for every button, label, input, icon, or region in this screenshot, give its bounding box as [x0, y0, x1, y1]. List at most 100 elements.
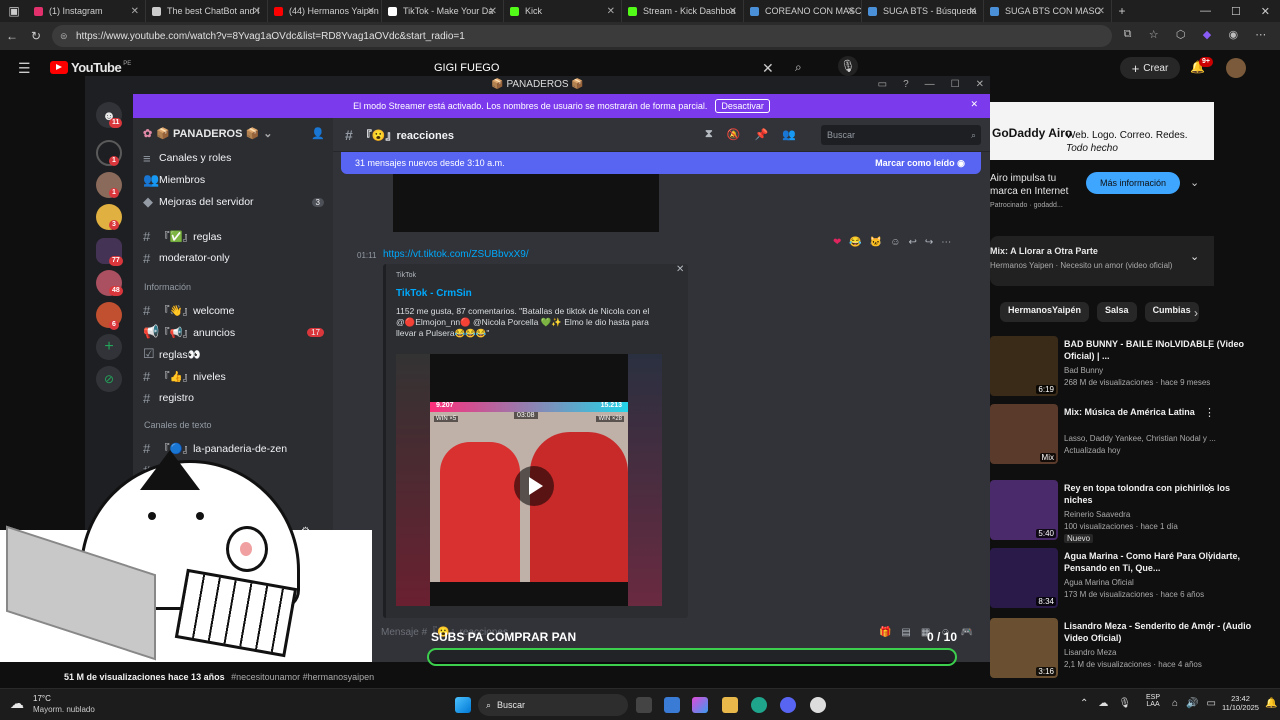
site-info-icon[interactable]: ⊜: [60, 31, 68, 42]
video-title[interactable]: Rey en topa tolondra con pichirilos los …: [1064, 482, 1254, 506]
url-field[interactable]: ⊜ https://www.youtube.com/watch?v=8Yvag1…: [52, 25, 1112, 47]
discord-taskbar-icon[interactable]: [780, 697, 796, 713]
discord-maximize-icon[interactable]: ☐: [951, 76, 960, 94]
maximize-icon[interactable]: ☐: [1231, 5, 1241, 18]
inbox-icon[interactable]: ▭: [878, 76, 887, 94]
embed-title[interactable]: TikTok - CrmSin: [396, 288, 472, 299]
video-channel[interactable]: Agua Marina Oficial: [1064, 578, 1134, 587]
taskbar-search[interactable]: ⌕ Buscar: [478, 694, 628, 716]
tab-close-icon[interactable]: ✕: [253, 6, 261, 17]
video-title[interactable]: BAD BUNNY - BAILE INoLVIDABLE (Video Ofi…: [1064, 338, 1254, 362]
reload-icon[interactable]: ↻: [28, 28, 44, 44]
volume-icon[interactable]: 🔊: [1186, 698, 1198, 709]
onedrive-icon[interactable]: ☁: [1098, 698, 1108, 709]
video-more-icon[interactable]: ⋮: [1204, 620, 1215, 633]
add-reaction-icon[interactable]: ☺: [890, 237, 900, 248]
weather-icon[interactable]: ☁: [10, 695, 24, 712]
youtube-logo[interactable]: YouTube PE: [50, 60, 131, 75]
streamer-close-icon[interactable]: ✕: [970, 99, 978, 110]
channel-item[interactable]: 📢 『📢』anuncios 17: [143, 322, 328, 342]
discord-minimize-icon[interactable]: —: [925, 76, 935, 94]
threads-icon[interactable]: ⧗: [705, 128, 713, 141]
tab-close-icon[interactable]: ✕: [847, 6, 855, 17]
channel-item[interactable]: # 『👍』niveles: [143, 366, 328, 386]
tab-8[interactable]: SUGA BTS CON MASC ✕: [984, 0, 1112, 22]
start-icon[interactable]: [455, 697, 471, 713]
games-icon[interactable]: 🎮: [961, 618, 973, 648]
video-thumbnail[interactable]: 9.207 15.213 03:08 WIN ×5 WIN ×28: [396, 354, 662, 606]
message-hover-toolbar[interactable]: ❤ 😂 🐱 ☺ ↩ ↪ ⋯: [833, 233, 973, 251]
chip-2[interactable]: Cumbias: [1144, 302, 1199, 322]
mark-read-button[interactable]: Marcar como leído ◉: [875, 158, 965, 169]
recommended-video[interactable]: Agua Marina - Como Haré Para Olvidarte, …: [990, 548, 1280, 612]
emoji-reaction-icon[interactable]: 😂: [849, 237, 861, 248]
minimize-icon[interactable]: —: [1200, 5, 1211, 17]
tab-close-icon[interactable]: ✕: [367, 6, 375, 17]
copilot-icon[interactable]: ◆: [1203, 28, 1211, 44]
forward-icon[interactable]: ↪: [925, 237, 933, 248]
video-channel[interactable]: Lisandro Meza: [1064, 648, 1116, 657]
tab-close-icon[interactable]: ✕: [607, 6, 615, 17]
tab-close-icon[interactable]: ✕: [131, 6, 139, 17]
tab-7[interactable]: SUGA BTS - Búsqueda ✕: [862, 0, 984, 22]
chrome-icon[interactable]: [810, 697, 826, 713]
clock[interactable]: 23:42 11/10/2025: [1222, 694, 1259, 712]
copilot-taskbar-icon[interactable]: [692, 697, 708, 713]
tab-0[interactable]: (1) Instagram ✕: [28, 0, 146, 22]
video-title[interactable]: Lisandro Meza - Senderito de Amor - (Aud…: [1064, 620, 1254, 644]
add-member-icon[interactable]: 👤: [311, 127, 325, 140]
chip-0[interactable]: HermanosYaipén: [1000, 302, 1090, 322]
channel-item[interactable]: 👥 Miembros: [143, 170, 328, 190]
channel-item[interactable]: # registro: [143, 388, 328, 408]
mic-icon[interactable]: 🎙: [838, 56, 858, 76]
video-channel[interactable]: Bad Bunny: [1064, 366, 1103, 375]
more-icon[interactable]: ⋯: [1255, 28, 1266, 44]
back-icon[interactable]: ←: [4, 28, 20, 44]
video-more-icon[interactable]: ⋮: [1204, 550, 1215, 563]
edge-icon[interactable]: [751, 697, 767, 713]
mute-icon[interactable]: 🔕: [727, 128, 741, 141]
chips-next-icon[interactable]: ›: [1194, 306, 1198, 320]
video-channel[interactable]: Reinerio Saavedra: [1064, 510, 1130, 519]
ad-card[interactable]: GoDaddy Airo Web. Logo. Correo. Redes. T…: [990, 102, 1214, 234]
channel-item[interactable]: ◆ Mejoras del servidor 3: [143, 192, 328, 212]
add-server-icon[interactable]: +: [96, 334, 122, 360]
profile-icon[interactable]: ◉: [1228, 28, 1238, 44]
tab-2[interactable]: (44) Hermanos Yaipen ✕: [268, 0, 382, 22]
tab-3[interactable]: TikTok - Make Your Da ✕: [382, 0, 504, 22]
recommended-video[interactable]: Lisandro Meza - Senderito de Amor - (Aud…: [990, 618, 1280, 682]
mic-tray-icon[interactable]: 🎙: [1118, 698, 1131, 709]
menu-icon[interactable]: ☰: [18, 60, 31, 77]
video-channel[interactable]: Lasso, Daddy Yankee, Christian Nodal y .…: [1064, 434, 1216, 443]
extension-icon[interactable]: ⬡: [1176, 28, 1186, 44]
channel-item[interactable]: ☑ reglas👀: [143, 344, 328, 364]
server-header[interactable]: ✿ 📦 PANADEROS 📦 ⌄ 👤: [133, 118, 333, 148]
reply-icon[interactable]: ↩: [909, 237, 917, 248]
recommended-video[interactable]: Rey en topa tolondra con pichirilos los …: [990, 480, 1280, 544]
battery-icon[interactable]: ▭: [1207, 698, 1216, 709]
search-input[interactable]: GIGI FUEGO: [426, 58, 781, 78]
tab-6[interactable]: COREANO CON MASC ✕: [744, 0, 862, 22]
play-icon[interactable]: [514, 466, 554, 506]
bookmark-icon[interactable]: ☆: [1149, 28, 1159, 44]
tab-close-icon[interactable]: ✕: [969, 6, 977, 17]
close-window-icon[interactable]: ✕: [1261, 5, 1270, 18]
new-tab-icon[interactable]: +: [1112, 0, 1132, 22]
video-title[interactable]: Agua Marina - Como Haré Para Olvidarte, …: [1064, 550, 1254, 574]
channel-item[interactable]: # 『👋』welcome: [143, 300, 328, 320]
language-indicator[interactable]: ESP LAA: [1146, 694, 1160, 708]
avatar[interactable]: [1226, 58, 1246, 78]
store-icon[interactable]: [664, 697, 680, 713]
tab-close-icon[interactable]: ✕: [489, 6, 497, 17]
channel-item[interactable]: # 『✅』reglas: [143, 226, 328, 246]
tab-menu-icon[interactable]: ▣: [0, 0, 28, 22]
ad-expand-icon[interactable]: ⌄: [1190, 176, 1199, 189]
video-title[interactable]: Mix: Música de América Latina: [1064, 406, 1254, 418]
chip-1[interactable]: Salsa: [1097, 302, 1137, 322]
category-info[interactable]: Información: [144, 282, 191, 292]
category-text[interactable]: Canales de texto: [144, 420, 212, 430]
video-more-icon[interactable]: ⋮: [1204, 338, 1215, 351]
tab-close-icon[interactable]: ✕: [729, 6, 737, 17]
streamer-disable-button[interactable]: Desactivar: [715, 99, 770, 113]
recommended-video[interactable]: Mix: Música de América Latina Lasso, Dadd…: [990, 404, 1280, 468]
